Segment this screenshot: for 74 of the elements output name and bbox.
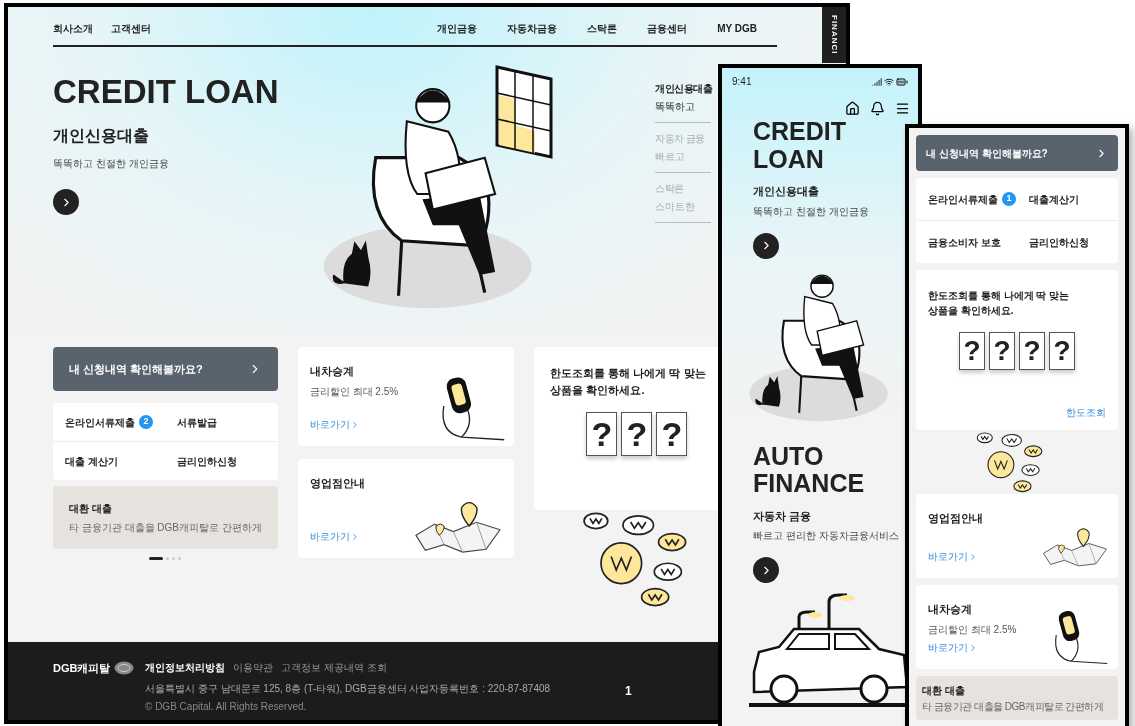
limit-check-link[interactable]: 한도조회 [1066,405,1106,420]
question-tile: ? [621,412,653,456]
battery-icon [896,75,908,88]
section-title: AUTO FINANCE [753,442,866,498]
quick-link[interactable]: 금리인하신청 [1029,234,1089,250]
question-tile: ? [989,332,1015,370]
side-tab[interactable]: FINANCI [822,7,846,63]
footer-address: 서울특별시 중구 남대문로 125, 8층 (T-타워), DGB금융센터 사업자등록번호 : 220-87-87408 [145,682,551,696]
section-subtitle: 자동차 금융 [753,508,813,524]
status-time: 9:41 [732,75,752,89]
question-tile: ? [1019,332,1045,370]
nav-link[interactable]: 금융센터 [647,20,688,36]
chevron-right-icon [968,642,978,653]
banner-description: 타 금융기관 대출을 DGB캐피탈로 간편하게 [69,520,262,535]
signal-icon [872,76,882,87]
next-button[interactable] [753,557,779,583]
product-menu-item[interactable]: 개인신용대출 똑똑하고 [655,73,711,123]
nav-link[interactable]: 스탁론 [587,20,618,36]
next-button[interactable] [753,232,779,259]
section-subtitle: 개인신용대출 [753,184,820,199]
logo-mark-icon [114,661,135,676]
top-link[interactable]: 회사소개 [53,20,93,36]
hero-description: 똑똑하고 친절한 개인금융 [53,157,170,171]
application-status-button[interactable]: 내 신청내역 확인해볼까요? [53,347,278,391]
wifi-icon [884,76,894,87]
footer-link[interactable]: 개인정보처리방침 [145,660,225,675]
shortcut-link[interactable]: 바로가기 [309,529,360,544]
shortcut-link[interactable]: 바로가기 [928,549,978,564]
quick-link[interactable]: 서류발급 [177,414,218,430]
nav-link[interactable]: MY DGB [717,20,757,36]
nav-link[interactable]: 자동차금융 [507,20,558,36]
next-button[interactable] [53,189,79,215]
shortcut-link[interactable]: 바로가기 [309,417,360,432]
count-badge: 2 [139,415,153,429]
copyright-text: © DGB Capital. All Rights Reserved. [145,700,308,714]
top-link[interactable]: 고객센터 [111,20,151,36]
application-status-button[interactable]: 내 신청내역 확인해볼까요? [916,135,1118,171]
quick-link[interactable]: 대출 계산기 [65,453,118,469]
hero-title: CREDIT LOAN [53,75,280,108]
nav-link[interactable]: 개인금융 [437,20,478,36]
banner-title: 대환 대출 [922,684,966,698]
quick-link[interactable]: 온라인서류제출 [928,191,998,207]
chevron-right-icon [968,551,978,562]
card-description: 금리할인 최대 2.5% [928,622,1018,637]
question-tile: ? [656,412,688,456]
home-icon[interactable] [845,101,860,116]
footer-page-marker: 1 [625,683,632,700]
quick-link[interactable]: 온라인서류제출 [65,414,135,430]
card-title: 영업점안내 [928,511,984,526]
section-description: 빠르고 편리한 자동차금융서비스 [753,529,900,543]
banner-title: 대환 대출 [69,501,113,516]
banner-description: 타 금융기관 대출을 DGB캐피탈로 간편하게 [922,700,1105,714]
limit-check-text: 한도조회를 통해 나에게 딱 맞는 상품을 확인하세요. [928,289,1071,318]
question-tile: ? [959,332,985,370]
footer-logo: DGB캐피탈 [53,661,111,676]
quick-link[interactable]: 금융소비자 보호 [928,234,1001,250]
bell-icon[interactable] [870,101,885,116]
quick-link[interactable]: 대출계산기 [1029,191,1079,207]
limit-check-text: 한도조회를 통해 나에게 딱 맞는 상품을 확인하세요. [550,366,707,398]
footer-link[interactable]: 고객정보 제공내역 조회 [281,660,387,675]
shortcut-link[interactable]: 바로가기 [928,640,978,655]
section-title: CREDIT LOAN [753,118,848,173]
card-title: 내차승계 [309,364,355,379]
quick-link[interactable]: 금리인하신청 [177,453,238,469]
question-tile: ? [1049,332,1075,370]
card-title: 영업점안내 [309,476,366,491]
card-title: 내차승계 [928,602,973,617]
menu-icon[interactable] [895,101,910,116]
card-description: 금리할인 최대 2.5% [309,384,400,399]
count-badge: 1 [1002,192,1016,206]
question-tile: ? [586,412,618,456]
footer-link[interactable]: 이용약관 [233,660,273,675]
section-description: 똑똑하고 친절한 개인금융 [753,204,870,219]
hero-subtitle: 개인신용대출 [53,126,150,146]
